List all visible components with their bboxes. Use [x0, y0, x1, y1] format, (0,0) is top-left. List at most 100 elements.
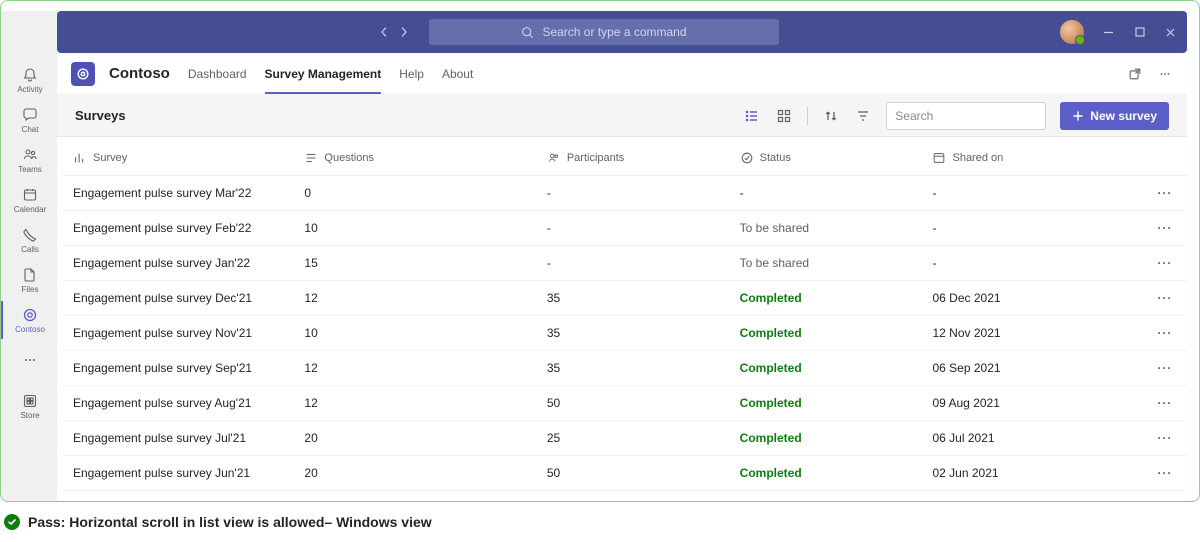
row-more-icon[interactable]: ···	[1143, 421, 1187, 456]
row-more-icon[interactable]: ···	[1143, 351, 1187, 386]
people-icon	[21, 146, 39, 164]
table-row[interactable]: Engagement pulse survey Jul'212025Comple…	[63, 421, 1187, 456]
cell-status: Completed	[730, 456, 923, 491]
contoso-app-icon	[21, 306, 39, 324]
cell-shared-on: 06 Sep 2021	[922, 351, 1142, 386]
rail-label: Activity	[17, 85, 42, 94]
back-icon[interactable]	[377, 25, 391, 39]
caption-text: Pass: Horizontal scroll in list view is …	[28, 514, 432, 530]
phone-icon	[21, 226, 39, 244]
row-more-icon[interactable]: ···	[1143, 176, 1187, 211]
toolbar-separator	[807, 107, 808, 125]
cell-shared-on: -	[922, 176, 1142, 211]
cell-survey: Engagement pulse survey Aug'21	[63, 386, 294, 421]
app-name: Contoso	[109, 65, 170, 82]
cell-survey: Engagement pulse survey Feb'22	[63, 211, 294, 246]
cell-participants: 35	[537, 316, 730, 351]
filter-icon[interactable]	[854, 107, 872, 125]
col-survey[interactable]: Survey	[63, 137, 294, 176]
cell-shared-on: 02 Jun 2021	[922, 456, 1142, 491]
col-shared-on[interactable]: Shared on	[922, 137, 1142, 176]
col-questions[interactable]: Questions	[294, 137, 536, 176]
table-row[interactable]: Engagement pulse survey Nov'211035Comple…	[63, 316, 1187, 351]
cell-survey: Engagement pulse survey Jun'21	[63, 456, 294, 491]
nav-arrows	[377, 25, 411, 39]
cell-survey: Engagement pulse survey Jul'21	[63, 421, 294, 456]
cell-questions: 10	[294, 211, 536, 246]
avatar[interactable]	[1060, 20, 1084, 44]
rail-contoso[interactable]: Contoso	[1, 301, 57, 339]
minimize-icon[interactable]	[1102, 26, 1115, 39]
table-row[interactable]: Engagement pulse survey Jun'212050Comple…	[63, 456, 1187, 491]
list-view-icon[interactable]	[743, 107, 761, 125]
row-more-icon[interactable]: ···	[1143, 456, 1187, 491]
teams-title-bar: Search or type a command	[57, 11, 1187, 53]
cell-participants: -	[537, 211, 730, 246]
sort-icon[interactable]	[822, 107, 840, 125]
cell-status: Completed	[730, 316, 923, 351]
app-logo-icon	[71, 62, 95, 86]
bell-icon	[21, 66, 39, 84]
cell-shared-on: 06 Jul 2021	[922, 421, 1142, 456]
new-survey-label: New survey	[1090, 109, 1157, 123]
cell-participants: 50	[537, 386, 730, 421]
rail-more[interactable]	[1, 341, 57, 379]
row-more-icon[interactable]: ···	[1143, 211, 1187, 246]
maximize-icon[interactable]	[1133, 26, 1146, 39]
rail-chat[interactable]: Chat	[1, 101, 57, 139]
store-icon	[21, 392, 39, 410]
tab-dashboard[interactable]: Dashboard	[188, 54, 247, 94]
table-row[interactable]: Engagement pulse survey Dec'211235Comple…	[63, 281, 1187, 316]
file-icon	[21, 266, 39, 284]
search-placeholder: Search	[895, 109, 933, 123]
tab-survey-management[interactable]: Survey Management	[265, 54, 382, 94]
rail-calendar[interactable]: Calendar	[1, 181, 57, 219]
tab-help[interactable]: Help	[399, 54, 424, 94]
col-participants[interactable]: Participants	[537, 137, 730, 176]
table-row[interactable]: Engagement pulse survey Mar'220---···	[63, 176, 1187, 211]
new-survey-button[interactable]: New survey	[1060, 102, 1169, 130]
rail-calls[interactable]: Calls	[1, 221, 57, 259]
row-more-icon[interactable]: ···	[1143, 246, 1187, 281]
search-icon	[521, 26, 534, 39]
sub-bar: Surveys Search New survey	[57, 95, 1187, 137]
row-more-icon[interactable]: ···	[1143, 281, 1187, 316]
cell-status: Completed	[730, 386, 923, 421]
close-icon[interactable]	[1164, 26, 1177, 39]
col-status[interactable]: Status	[730, 137, 923, 176]
cell-questions: 20	[294, 456, 536, 491]
cell-questions: 10	[294, 316, 536, 351]
teams-left-rail: Activity Chat Teams Calendar Calls Files…	[1, 11, 57, 501]
popout-icon[interactable]	[1127, 66, 1143, 82]
tab-about[interactable]: About	[442, 54, 473, 94]
forward-icon[interactable]	[397, 25, 411, 39]
cell-status: Completed	[730, 351, 923, 386]
search-input[interactable]: Search	[886, 102, 1046, 130]
app-host: Contoso Dashboard Survey Management Help…	[57, 53, 1187, 501]
table-row[interactable]: Engagement pulse survey Aug'211250Comple…	[63, 386, 1187, 421]
command-search[interactable]: Search or type a command	[429, 19, 779, 45]
table-row[interactable]: Engagement pulse survey Sep'211235Comple…	[63, 351, 1187, 386]
cell-survey: Engagement pulse survey Dec'21	[63, 281, 294, 316]
cell-survey: Engagement pulse survey Nov'21	[63, 316, 294, 351]
row-more-icon[interactable]: ···	[1143, 386, 1187, 421]
cell-questions: 12	[294, 351, 536, 386]
table-row[interactable]: Engagement pulse survey Feb'2210-To be s…	[63, 211, 1187, 246]
rail-files[interactable]: Files	[1, 261, 57, 299]
app-more-icon[interactable]	[1157, 66, 1173, 82]
cell-participants: -	[537, 176, 730, 211]
app-header: Contoso Dashboard Survey Management Help…	[57, 53, 1187, 95]
titlebar-right	[1060, 20, 1177, 44]
cell-status: -	[730, 176, 923, 211]
cell-questions: 12	[294, 386, 536, 421]
grid-view-icon[interactable]	[775, 107, 793, 125]
calendar-icon	[21, 186, 39, 204]
row-more-icon[interactable]: ···	[1143, 316, 1187, 351]
rail-teams[interactable]: Teams	[1, 141, 57, 179]
rail-activity[interactable]: Activity	[1, 61, 57, 99]
table-row[interactable]: Engagement pulse survey Jan'2215-To be s…	[63, 246, 1187, 281]
cell-participants: 25	[537, 421, 730, 456]
more-icon	[21, 351, 39, 369]
cell-survey: Engagement pulse survey Mar'22	[63, 176, 294, 211]
rail-store[interactable]: Store	[1, 387, 57, 425]
